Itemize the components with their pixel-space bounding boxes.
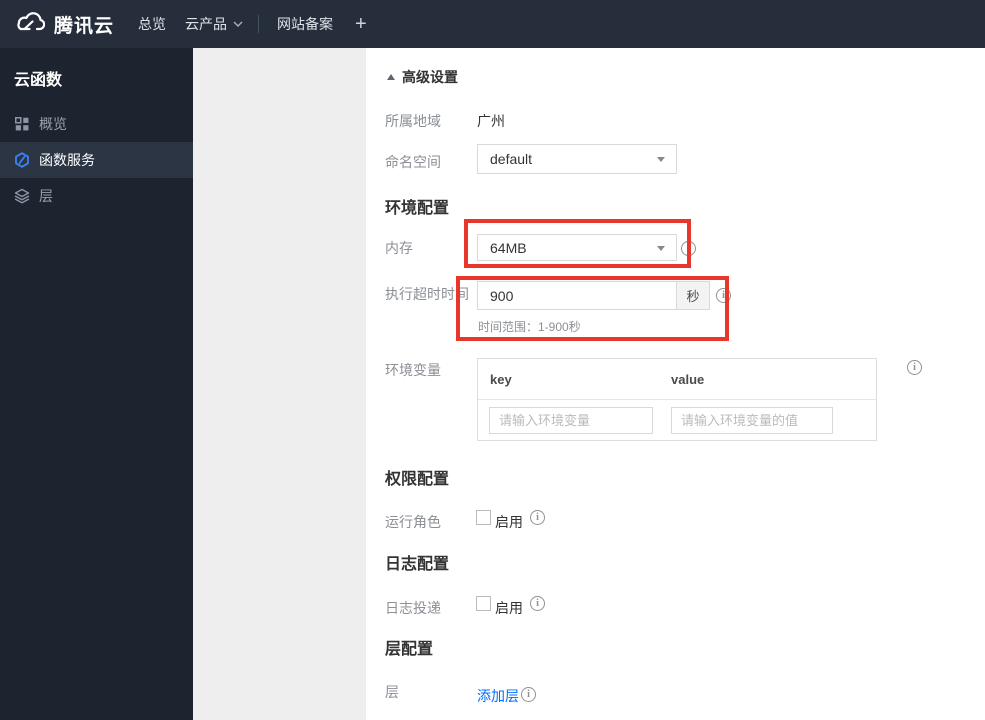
collapse-arrow-icon (387, 74, 395, 80)
sidebar-menu: 概览 函数服务 层 (0, 106, 193, 214)
sidebar: 云函数 概览 函数服务 层 (0, 48, 193, 720)
region-label: 所属地域 (385, 113, 441, 129)
nav-overview[interactable]: 总览 (138, 0, 166, 48)
memory-selected-value: 64MB (490, 239, 527, 256)
timeout-input-group: 秒 (477, 281, 710, 310)
log-delivery-label: 日志投递 (385, 600, 441, 616)
env-vars-info-icon[interactable] (907, 360, 922, 375)
run-role-info-icon[interactable] (530, 510, 545, 525)
layers-icon (14, 188, 30, 204)
timeout-input[interactable] (477, 281, 677, 310)
grid-icon (14, 116, 30, 132)
env-vars-label: 环境变量 (385, 362, 441, 378)
sidebar-item-overview[interactable]: 概览 (0, 106, 193, 142)
main-content: 高级设置 所属地域 广州 命名空间 default 环境配置 内存 64MB 执… (366, 48, 985, 720)
namespace-select[interactable]: default (477, 144, 677, 174)
brand-name: 腾讯云 (54, 15, 115, 37)
layer-info-icon[interactable] (521, 687, 536, 702)
timeout-unit-suffix: 秒 (677, 281, 710, 310)
log-delivery-checkbox[interactable] (476, 596, 491, 611)
topbar-divider (258, 15, 259, 33)
env-key-input[interactable] (489, 406, 653, 434)
namespace-selected-value: default (490, 151, 533, 167)
sidebar-item-function-service[interactable]: 函数服务 (0, 142, 193, 178)
sidebar-item-label: 概览 (39, 116, 67, 132)
nav-cloud-products[interactable]: 云产品 (185, 0, 243, 48)
tencent-cloud-brand[interactable]: 腾讯云 (14, 0, 114, 48)
topbar: 腾讯云 总览 云产品 网站备案 + (0, 0, 985, 48)
layer-label: 层 (385, 684, 399, 700)
namespace-label: 命名空间 (385, 154, 441, 170)
timeout-range-hint: 时间范围：1-900秒 (478, 320, 581, 334)
env-key-column-header: key (490, 371, 512, 387)
caret-down-icon (657, 157, 665, 162)
run-role-label: 运行角色 (385, 514, 441, 530)
section-log-config: 日志配置 (385, 556, 450, 573)
env-vars-header-row: key value (478, 359, 876, 400)
section-permission-config: 权限配置 (385, 471, 450, 488)
section-env-config: 环境配置 (385, 200, 450, 217)
log-delivery-info-icon[interactable] (530, 596, 545, 611)
caret-down-icon (657, 245, 665, 251)
run-role-checkbox[interactable] (476, 510, 491, 525)
memory-select[interactable]: 64MB (477, 234, 677, 261)
chevron-down-icon (233, 21, 243, 27)
env-vars-input-row (478, 400, 876, 440)
sidebar-item-label: 函数服务 (39, 152, 95, 168)
env-vars-table: key value (477, 358, 877, 441)
sidebar-title: 云函数 (14, 72, 63, 89)
advanced-settings-toggle[interactable]: 高级设置 (387, 67, 458, 87)
nav-cloud-products-label: 云产品 (185, 16, 227, 32)
advanced-settings-label: 高级设置 (402, 69, 458, 85)
nav-website-beian[interactable]: 网站备案 (277, 0, 333, 48)
timeout-label: 执行超时时间 (385, 286, 469, 302)
memory-info-icon[interactable] (681, 241, 696, 256)
env-value-column-header: value (671, 371, 705, 387)
sidebar-item-layers[interactable]: 层 (0, 178, 193, 214)
add-layer-link[interactable]: 添加层 (477, 686, 519, 706)
sidebar-item-label: 层 (39, 188, 53, 204)
run-role-enable-label[interactable]: 启用 (495, 512, 523, 532)
add-tab-button[interactable]: + (355, 0, 367, 48)
tencent-cloud-logo-icon (14, 10, 46, 38)
env-value-input[interactable] (671, 406, 833, 434)
memory-label: 内存 (385, 240, 413, 256)
log-delivery-enable-label[interactable]: 启用 (495, 598, 523, 618)
timeout-info-icon[interactable] (716, 288, 731, 303)
section-layer-config: 层配置 (385, 641, 434, 658)
secondary-panel (193, 48, 366, 720)
region-value: 广州 (477, 113, 505, 129)
scf-hexagon-icon (14, 152, 30, 168)
